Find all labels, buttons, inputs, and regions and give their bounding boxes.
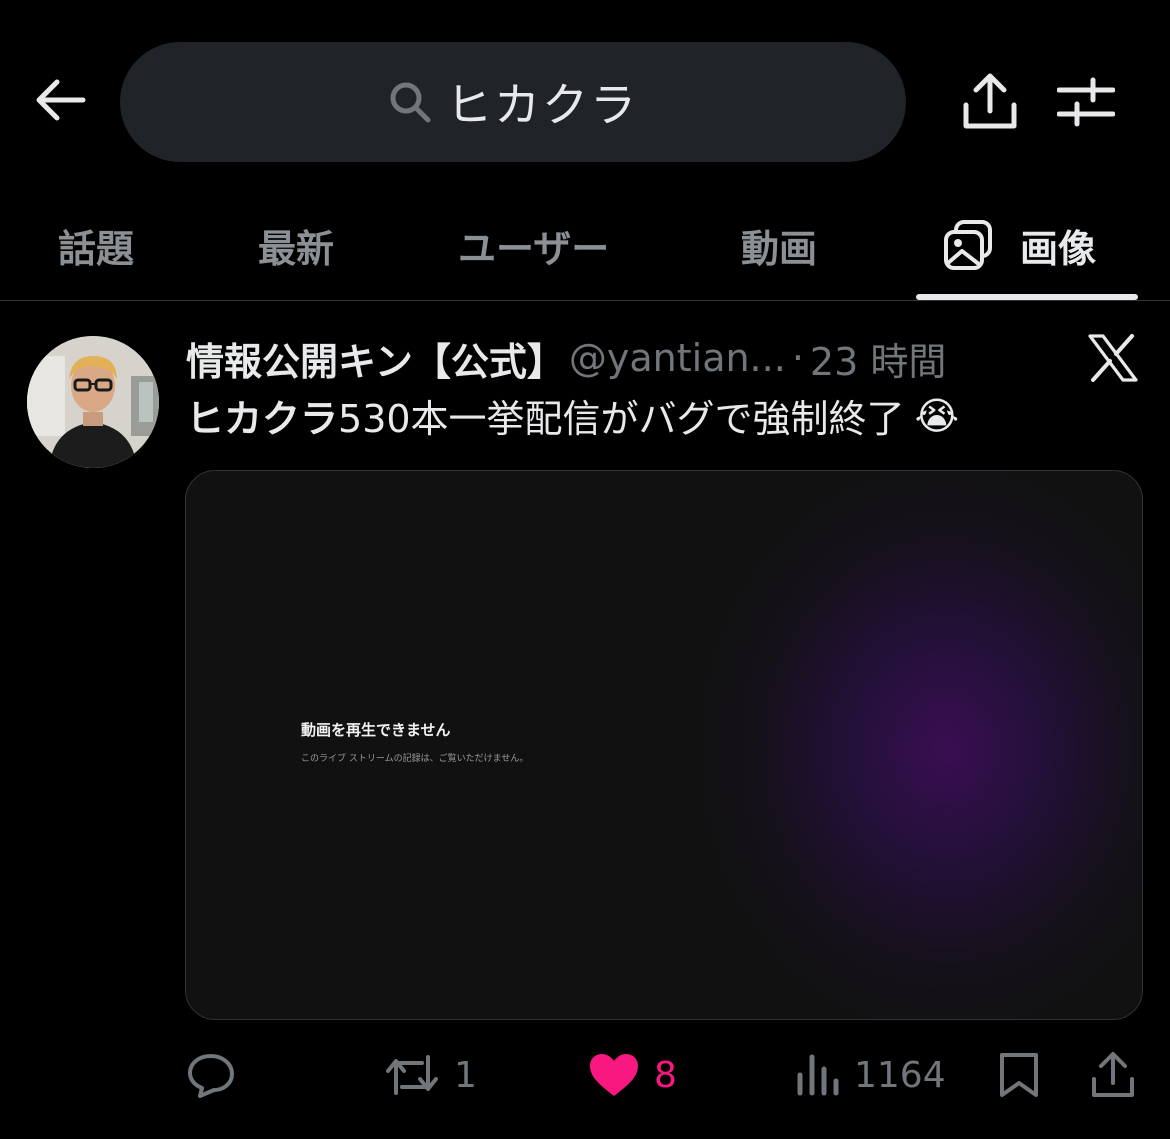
share-icon xyxy=(1092,1052,1134,1097)
share-search-button[interactable] xyxy=(958,68,1022,136)
post-header: 情報公開キン【公式】 @yantian... · 23 時間 xyxy=(186,330,946,386)
post-text-highlight: ヒカクラ xyxy=(186,397,339,441)
search-tabs: 話題 最新 ユーザー 動画 画像 xyxy=(0,190,1170,301)
post-text-body: 530本一挙配信がバグで強制終了 xyxy=(338,397,905,441)
views-icon xyxy=(797,1054,839,1096)
tab-images[interactable]: 画像 xyxy=(942,190,1096,300)
tab-videos[interactable]: 動画 xyxy=(741,190,817,300)
post[interactable]: 情報公開キン【公式】 @yantian... · 23 時間 ヒカクラ530本一… xyxy=(0,300,1170,1139)
tab-label: 話題 xyxy=(58,226,135,271)
views-button[interactable]: 1164 xyxy=(796,1040,946,1110)
search-query: ヒカクラ xyxy=(446,78,638,132)
crying-emoji: 😭 xyxy=(914,393,959,438)
top-bar: ヒカクラ xyxy=(0,0,1170,190)
tab-people[interactable]: ユーザー xyxy=(458,190,609,300)
search-settings-button[interactable] xyxy=(1054,72,1118,132)
retweet-count: 1 xyxy=(454,1054,477,1096)
post-actions: 1 8 1164 xyxy=(0,1040,1170,1110)
x-logo-icon xyxy=(1088,334,1138,382)
avatar[interactable] xyxy=(27,336,159,468)
tab-label: 画像 xyxy=(1020,226,1097,271)
views-count: 1164 xyxy=(854,1054,946,1096)
search-icon xyxy=(390,82,431,123)
retweet-icon xyxy=(386,1055,438,1095)
like-count: 8 xyxy=(654,1054,677,1096)
tab-label: 最新 xyxy=(258,226,335,271)
bookmark-button[interactable] xyxy=(998,1040,1040,1110)
bookmark-icon xyxy=(1000,1053,1038,1097)
tab-top[interactable]: 話題 xyxy=(58,190,134,300)
images-icon xyxy=(944,220,992,270)
tab-latest[interactable]: 最新 xyxy=(258,190,334,300)
post-media[interactable]: 動画を再生できません このライブ ストリームの記録は、ご覧いただけません。 xyxy=(185,470,1143,1020)
filter-sliders-icon xyxy=(1057,77,1115,127)
author-handle[interactable]: @yantian... xyxy=(569,336,786,380)
tab-label: ユーザー xyxy=(458,226,610,271)
reply-icon xyxy=(188,1054,234,1098)
tab-label: 動画 xyxy=(741,226,818,271)
heart-icon xyxy=(590,1054,638,1096)
post-time[interactable]: 23 時間 xyxy=(810,331,946,386)
separator-dot: · xyxy=(791,336,804,380)
like-button[interactable]: 8 xyxy=(588,1040,677,1110)
retweet-button[interactable]: 1 xyxy=(384,1040,477,1110)
media-error-title: 動画を再生できません xyxy=(301,721,451,739)
author-name[interactable]: 情報公開キン【公式】 xyxy=(186,331,565,386)
share-post-button[interactable] xyxy=(1090,1040,1136,1110)
x-logo[interactable] xyxy=(1084,330,1142,386)
share-icon xyxy=(963,73,1017,129)
search-input[interactable]: ヒカクラ xyxy=(120,42,906,162)
post-text: ヒカクラ530本一挙配信がバグで強制終了 😭 xyxy=(186,388,959,443)
back-arrow-icon xyxy=(36,79,86,121)
reply-button[interactable] xyxy=(186,1040,250,1110)
back-button[interactable] xyxy=(30,70,90,130)
media-error-subtitle: このライブ ストリームの記録は、ご覧いただけません。 xyxy=(301,754,529,764)
